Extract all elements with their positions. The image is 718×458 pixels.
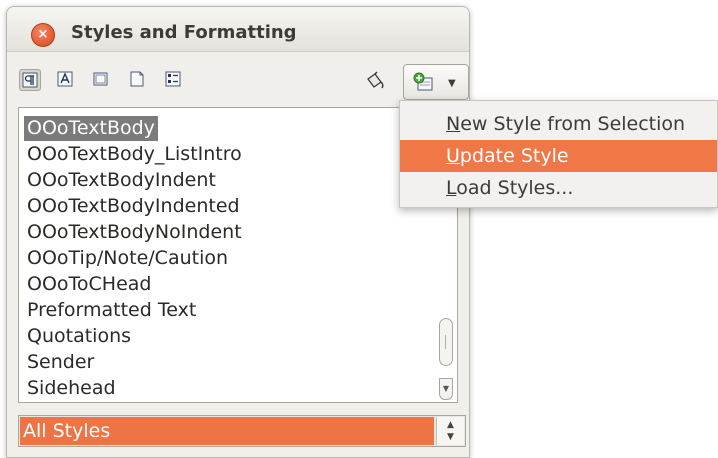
fill-format-mode-button[interactable]: [364, 70, 386, 92]
list-item[interactable]: Sidehead: [24, 376, 119, 401]
list-item[interactable]: OOoTextBodyIndent: [24, 168, 219, 193]
list-item[interactable]: Quotations: [24, 324, 134, 349]
chevron-down-icon: ▼: [442, 384, 450, 393]
menu-item-label: ew Style from Selection: [460, 113, 686, 135]
style-list[interactable]: OOoTextBody OOoTextBody_ListIntro OOoTex…: [18, 107, 458, 403]
list-styles-button[interactable]: [163, 69, 185, 91]
list-item[interactable]: OOoTip/Note/Caution: [24, 246, 231, 271]
title-bar: × Styles and Formatting: [7, 7, 469, 52]
new-style-from-selection-icon: [413, 72, 433, 91]
window-title: Styles and Formatting: [71, 22, 297, 43]
list-item[interactable]: OOoTextBodyIndented: [24, 194, 243, 219]
menu-accelerator: N: [446, 113, 461, 135]
new-style-menu: New Style from Selection Update Style Lo…: [399, 100, 718, 208]
menu-item-label: oad Styles...: [456, 177, 574, 199]
menu-item-new-style-from-selection[interactable]: New Style from Selection: [400, 108, 717, 140]
chevron-down-icon: ▼: [447, 432, 454, 442]
scroll-down-button[interactable]: ▼: [439, 378, 453, 400]
scrollbar-thumb[interactable]: [439, 318, 453, 366]
list-styles-icon: [165, 71, 181, 87]
menu-item-load-styles[interactable]: Load Styles...: [400, 172, 717, 204]
menu-item-label: pdate Style: [459, 145, 569, 167]
page-styles-icon: [130, 71, 144, 87]
page-styles-button[interactable]: [127, 69, 149, 91]
list-item[interactable]: OOoTextBodyNoIndent: [24, 220, 245, 245]
list-item[interactable]: OOoToCHead: [24, 272, 154, 297]
style-filter-spin-button[interactable]: ▲ ▼: [436, 417, 464, 445]
styles-and-formatting-window: × Styles and Formatting ▼ OOoTextBody OO…: [6, 6, 470, 458]
frame-styles-button[interactable]: [91, 69, 113, 91]
chevron-up-icon: ▲: [447, 420, 454, 430]
list-item[interactable]: OOoTextBody_ListIntro: [24, 142, 245, 167]
frame-styles-icon: [93, 72, 108, 86]
list-item[interactable]: Sender: [24, 350, 97, 375]
menu-accelerator: U: [446, 145, 460, 167]
list-item[interactable]: Preformatted Text: [24, 298, 199, 323]
new-style-dropdown-button[interactable]: ▼: [403, 64, 469, 100]
close-button[interactable]: ×: [31, 23, 55, 47]
style-toolbar: ▼: [7, 61, 469, 105]
chevron-down-icon: ▼: [448, 78, 456, 89]
character-styles-button[interactable]: [55, 69, 77, 91]
style-filter-value[interactable]: All Styles: [20, 417, 434, 445]
paragraph-styles-button[interactable]: [19, 69, 41, 91]
menu-accelerator: L: [446, 177, 457, 199]
list-item[interactable]: OOoTextBody: [24, 116, 158, 141]
menu-item-update-style[interactable]: Update Style: [400, 140, 717, 172]
grip-icon: [445, 335, 448, 349]
paragraph-styles-icon: [22, 72, 38, 88]
character-styles-icon: [57, 71, 73, 87]
fill-format-mode-icon: [367, 71, 384, 89]
style-filter-select[interactable]: All Styles ▲ ▼: [18, 415, 466, 447]
